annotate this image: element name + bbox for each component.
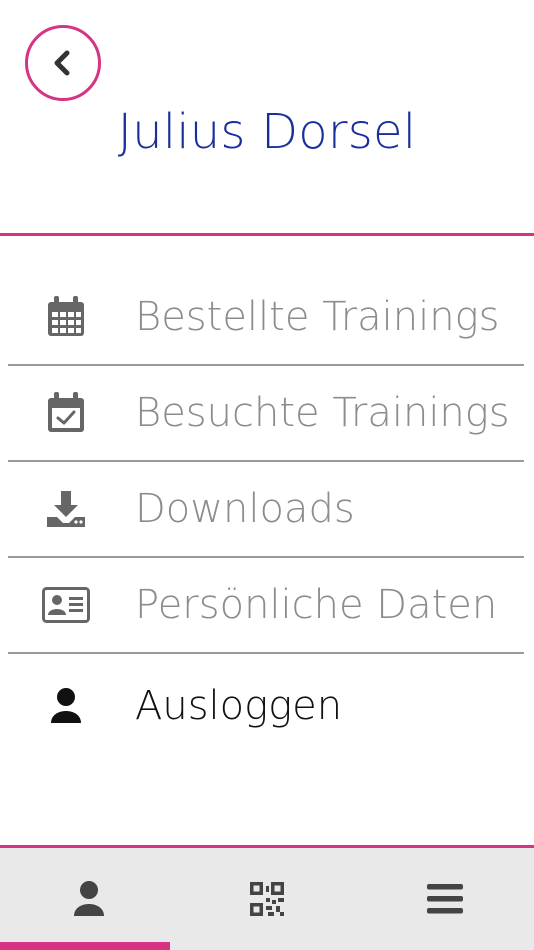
account-menu: Bestellte Trainings Besuchte Trainings D…: [8, 270, 524, 758]
menu-item-persoenliche-daten[interactable]: Persönliche Daten: [8, 558, 524, 654]
calendar-icon: [48, 296, 84, 336]
menu-item-downloads[interactable]: Downloads: [8, 462, 524, 558]
menu-item-besuchte-trainings[interactable]: Besuchte Trainings: [8, 366, 524, 462]
tab-qr-code[interactable]: [178, 848, 356, 950]
tab-menu[interactable]: [356, 848, 534, 950]
download-icon: [47, 491, 85, 527]
back-button[interactable]: [25, 25, 101, 101]
id-card-icon: [42, 587, 90, 623]
calendar-check-icon: [48, 392, 84, 432]
chevron-left-icon: [54, 50, 70, 76]
user-icon: [74, 881, 104, 916]
header-divider: [0, 233, 534, 236]
qr-code-icon: [250, 882, 284, 916]
user-icon: [51, 688, 81, 723]
menu-item-label: Ausloggen: [135, 683, 343, 729]
tab-profile[interactable]: [0, 848, 178, 950]
page-title: Julius Dorsel: [117, 104, 417, 160]
menu-item-label: Downloads: [135, 486, 355, 532]
menu-item-label: Persönliche Daten: [135, 582, 498, 628]
active-tab-indicator: [0, 942, 170, 950]
header: Julius Dorsel: [0, 0, 534, 236]
menu-item-ausloggen[interactable]: Ausloggen: [8, 654, 524, 758]
bottom-tab-bar: [0, 845, 534, 950]
menu-item-label: Besuchte Trainings: [135, 390, 510, 436]
hamburger-menu-icon: [427, 884, 463, 914]
menu-item-bestellte-trainings[interactable]: Bestellte Trainings: [8, 270, 524, 366]
menu-item-label: Bestellte Trainings: [135, 294, 500, 340]
